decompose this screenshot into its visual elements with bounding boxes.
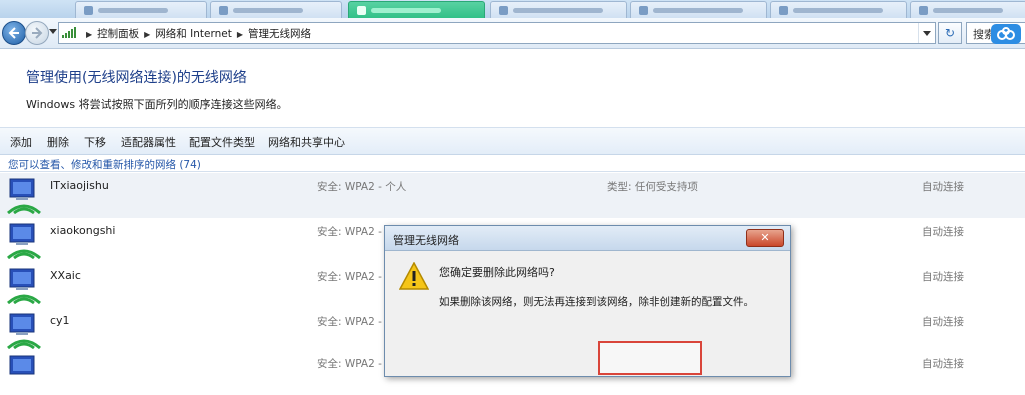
browser-tab[interactable]	[210, 1, 342, 18]
back-button[interactable]	[2, 21, 26, 45]
confirm-yes-button[interactable]	[598, 341, 702, 375]
tab-favicon-icon	[84, 6, 93, 15]
network-security: 安全: WPA2 -	[317, 316, 382, 328]
profile-types-button[interactable]: 配置文件类型	[189, 134, 255, 150]
address-bar[interactable]: ▶ 控制面板 ▶ 网络和 Internet ▶ 管理无线网络	[58, 22, 936, 44]
breadcrumb-separator-icon: ▶	[86, 30, 93, 39]
network-sharing-center-button[interactable]: 网络和共享中心	[268, 134, 345, 150]
network-security: 安全: WPA2 -	[317, 358, 382, 370]
adapter-properties-button[interactable]: 适配器属性	[121, 134, 176, 150]
tab-favicon-icon	[219, 6, 228, 15]
network-connect-mode: 自动连接	[922, 271, 964, 283]
forward-arrow-icon	[32, 27, 43, 39]
tab-favicon-icon	[357, 6, 366, 15]
browser-tab[interactable]	[490, 1, 627, 18]
tab-favicon-icon	[639, 6, 648, 15]
dialog-titlebar[interactable]: 管理无线网络 ✕	[385, 226, 790, 251]
dialog-title: 管理无线网络	[393, 234, 459, 247]
warning-icon	[399, 262, 429, 290]
back-arrow-icon	[8, 27, 19, 39]
browser-tab[interactable]	[630, 1, 767, 18]
network-connect-mode: 自动连接	[922, 181, 964, 193]
page-title: 管理使用(无线网络连接)的无线网络	[26, 70, 247, 86]
network-ssid: XXaic	[50, 269, 81, 282]
forward-button[interactable]	[25, 21, 49, 45]
cloud-sync-icon[interactable]	[991, 24, 1021, 44]
breadcrumb: ▶ 控制面板 ▶ 网络和 Internet ▶ 管理无线网络	[81, 26, 311, 41]
browser-tab-active[interactable]	[348, 1, 485, 18]
browser-tab[interactable]	[75, 1, 207, 18]
command-toolbar: 添加 删除 下移 适配器属性 配置文件类型 网络和共享中心	[0, 127, 1025, 155]
network-list-header: 您可以查看、修改和重新排序的网络 (74)	[8, 159, 201, 171]
breadcrumb-separator-icon[interactable]: ▶	[144, 30, 150, 39]
network-connect-mode: 自动连接	[922, 316, 964, 328]
navigation-bar: ▶ 控制面板 ▶ 网络和 Internet ▶ 管理无线网络 ↻ 搜索	[0, 18, 1025, 49]
network-row[interactable]: ITxiaojishu 安全: WPA2 - 个人 类型: 任何受支持项 自动连…	[0, 173, 1025, 218]
dialog-question: 您确定要删除此网络吗?	[439, 266, 555, 279]
page-description: Windows 将尝试按照下面所列的顺序连接这些网络。	[26, 98, 288, 111]
tab-strip	[0, 0, 1025, 18]
network-connect-mode: 自动连接	[922, 226, 964, 238]
wireless-network-icon	[7, 268, 41, 305]
browser-tab[interactable]	[910, 1, 1025, 18]
wireless-network-icon	[7, 178, 41, 215]
recent-pages-dropdown[interactable]	[49, 29, 57, 34]
confirm-delete-dialog: 管理无线网络 ✕ 您确定要删除此网络吗? 如果删除该网络，则无法再连接到该网络，…	[384, 225, 791, 377]
breadcrumb-separator-icon[interactable]: ▶	[237, 30, 243, 39]
tab-favicon-icon	[919, 6, 928, 15]
network-ssid: cy1	[50, 314, 70, 327]
network-bars-icon	[62, 27, 76, 38]
network-ssid: ITxiaojishu	[50, 179, 109, 192]
tab-favicon-icon	[779, 6, 788, 15]
breadcrumb-item[interactable]: 网络和 Internet	[155, 28, 232, 40]
breadcrumb-item[interactable]: 管理无线网络	[248, 28, 311, 40]
browser-tab[interactable]	[770, 1, 907, 18]
wireless-network-icon	[7, 313, 41, 350]
divider	[0, 171, 1025, 172]
wireless-network-icon	[7, 223, 41, 260]
network-security: 安全: WPA2 - 个人	[317, 181, 407, 193]
refresh-button[interactable]: ↻	[938, 22, 962, 44]
network-security: 安全: WPA2 -	[317, 226, 382, 238]
add-button[interactable]: 添加	[10, 134, 32, 150]
tab-favicon-icon	[499, 6, 508, 15]
address-dropdown-button[interactable]	[918, 23, 935, 43]
breadcrumb-item[interactable]: 控制面板	[97, 28, 139, 40]
dialog-close-button[interactable]: ✕	[746, 229, 784, 247]
close-icon: ✕	[760, 231, 770, 244]
move-down-button[interactable]: 下移	[84, 134, 106, 150]
refresh-icon: ↻	[944, 26, 956, 40]
network-ssid: xiaokongshi	[50, 224, 116, 237]
network-type: 类型: 任何受支持项	[607, 181, 698, 193]
network-security: 安全: WPA2 -	[317, 271, 382, 283]
network-connect-mode: 自动连接	[922, 358, 964, 370]
remove-button[interactable]: 删除	[47, 134, 69, 150]
dialog-message: 如果删除该网络，则无法再连接到该网络，除非创建新的配置文件。	[439, 296, 754, 308]
